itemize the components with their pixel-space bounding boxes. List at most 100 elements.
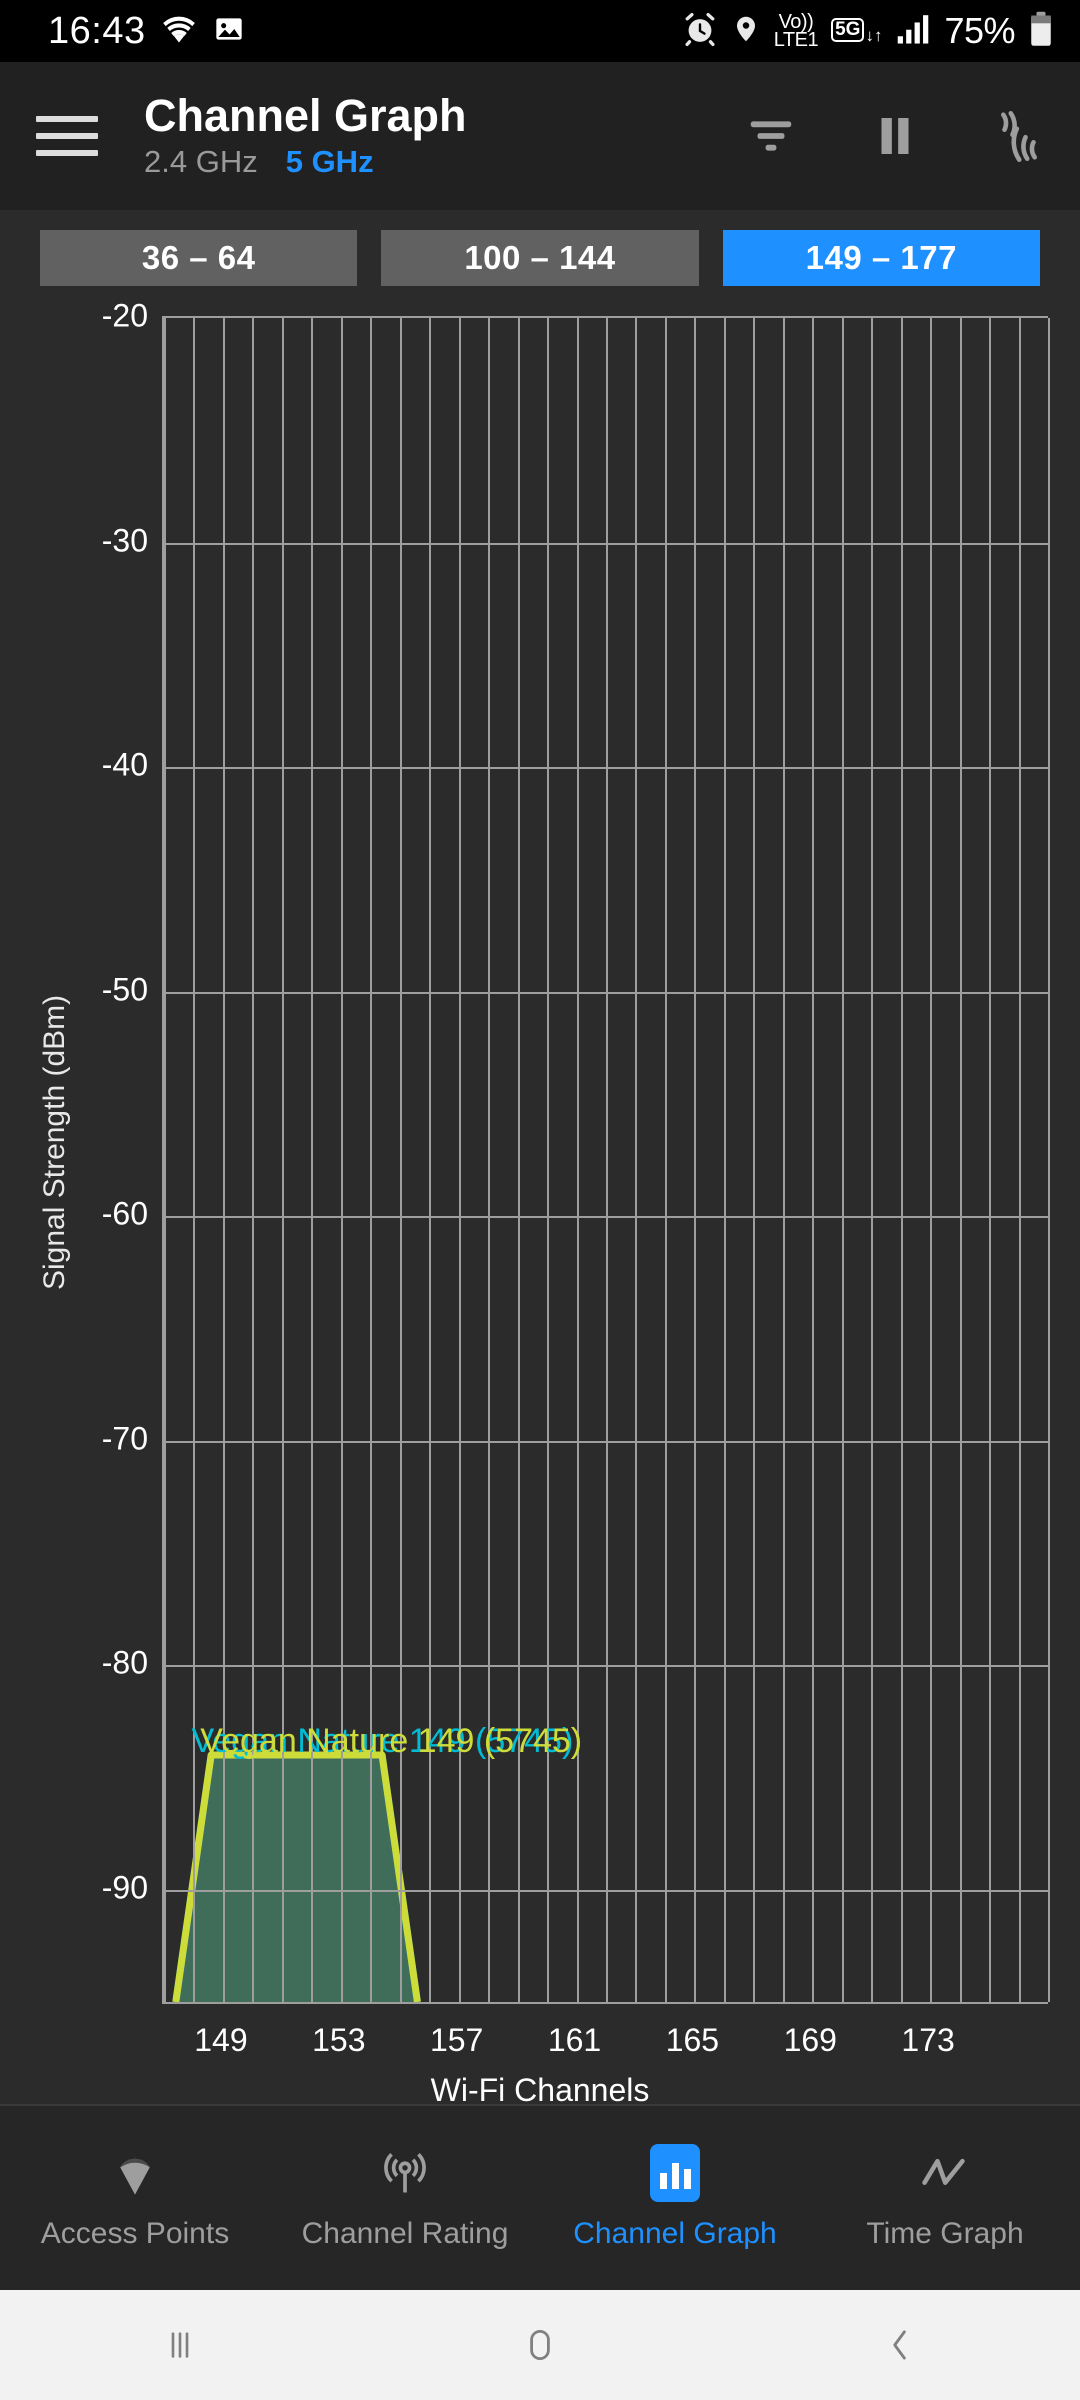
volte-indicator: Vo)) LTE1	[773, 11, 819, 51]
grid-line-horizontal	[164, 1216, 1048, 1219]
grid-line-horizontal	[164, 1665, 1048, 1668]
battery-percent: 75%	[944, 10, 1015, 51]
grid-line-vertical	[222, 318, 225, 2002]
nav-label-channel-graph: Channel Graph	[573, 2217, 777, 2250]
app-bar: Channel Graph 2.4 GHz 5 GHz	[0, 62, 1080, 210]
grid-line-vertical	[635, 318, 638, 2002]
x-axis-tick-label: 165	[665, 2022, 720, 2058]
grid-line-vertical	[399, 318, 402, 2002]
grid-line-vertical	[606, 318, 608, 2002]
grid-line-vertical	[782, 318, 785, 2002]
volte-label-bottom: LTE1	[773, 29, 819, 51]
band-tab-5ghz[interactable]: 5 GHz	[286, 144, 374, 180]
location-pin-icon	[731, 11, 761, 52]
filter-icon[interactable]	[740, 105, 802, 167]
nav-label-channel-rating: Channel Rating	[301, 2217, 509, 2250]
y-axis-title: Signal Strength (dBm)	[38, 994, 71, 1290]
y-axis-ticks: -20 -30 -40 -50 -60 -70 -80 -90	[70, 298, 148, 2100]
status-bar-left: 16:43	[48, 10, 246, 53]
grid-line-vertical	[841, 318, 844, 2002]
channel-range-tab-36-64[interactable]: 36 – 64	[40, 230, 358, 286]
grid-line-vertical	[900, 318, 903, 2002]
android-navigation-bar	[0, 2290, 1080, 2400]
grid-line-vertical	[959, 318, 962, 2002]
grid-line-horizontal	[164, 1440, 1048, 1443]
nav-item-access-points[interactable]: Access Points	[0, 2145, 270, 2251]
nav-item-time-graph[interactable]: Time Graph	[810, 2145, 1080, 2251]
x-axis-tick-label: 157	[429, 2022, 484, 2058]
wifi-icon	[160, 13, 198, 50]
plot-area[interactable]	[162, 316, 1050, 2004]
y-axis-tick-label: -20	[101, 297, 148, 334]
grid-line-vertical	[311, 318, 314, 2002]
grid-line-vertical	[458, 318, 461, 2002]
grid-line-vertical	[547, 318, 550, 2002]
app-bar-actions	[740, 105, 1050, 167]
grid-line-vertical	[340, 318, 343, 2002]
channel-rating-icon	[379, 2145, 431, 2201]
grid-line-vertical	[694, 318, 697, 2002]
hamburger-menu-icon[interactable]	[36, 116, 98, 156]
pause-icon[interactable]	[864, 105, 926, 167]
recents-icon[interactable]	[90, 2290, 270, 2400]
grid-line-vertical	[576, 318, 579, 2002]
image-icon	[212, 13, 246, 50]
x-axis-tick-label: 149	[194, 2022, 248, 2058]
battery-icon	[1028, 11, 1054, 52]
nav-item-channel-graph[interactable]: Channel Graph	[540, 2144, 810, 2251]
nav-item-channel-rating[interactable]: Channel Rating	[270, 2145, 540, 2251]
grid-line-vertical	[753, 318, 756, 2002]
network-type-indicator: 5G ↓↑	[831, 18, 882, 44]
grid-line-vertical	[488, 318, 491, 2002]
channel-graph-icon	[650, 2144, 700, 2202]
app-title-block: Channel Graph 2.4 GHz 5 GHz	[144, 93, 467, 180]
y-axis-tick-label: -50	[101, 971, 148, 1008]
grid-line-vertical	[370, 318, 373, 2002]
home-icon[interactable]	[450, 2290, 630, 2400]
y-axis-tick-label: -40	[101, 746, 148, 783]
status-clock: 16:43	[48, 9, 146, 52]
y-axis-tick-label: -60	[101, 1195, 148, 1232]
grid-line-vertical	[871, 318, 874, 2002]
band-selector: 2.4 GHz 5 GHz	[144, 144, 467, 180]
x-axis-tick-label: 173	[901, 2022, 955, 2058]
y-axis-tick-label: -30	[101, 522, 148, 559]
nav-label-time-graph: Time Graph	[866, 2217, 1024, 2250]
channel-range-tab-100-144[interactable]: 100 – 144	[381, 230, 699, 286]
alarm-icon	[682, 11, 718, 52]
x-axis-ticks: 149 153 157 161 165 169 173	[162, 2022, 1048, 2066]
grid-line-vertical	[664, 318, 667, 2002]
grid-line-vertical	[429, 318, 432, 2002]
x-axis-tick-label: 169	[783, 2022, 837, 2058]
cellular-signal-icon	[895, 13, 931, 50]
bottom-navigation: Access Points Channel Rating Channel Gra…	[0, 2104, 1080, 2290]
grid-line-vertical	[930, 318, 933, 2002]
channel-range-tab-149-177[interactable]: 149 – 177	[722, 230, 1040, 286]
channel-range-tabs: 36 – 64 100 – 144 149 – 177	[0, 218, 1080, 298]
x-axis-tick-label: 153	[312, 2022, 366, 2058]
y-axis-tick-label: -80	[101, 1644, 148, 1681]
wifi-scan-icon[interactable]	[988, 105, 1050, 167]
grid-line-horizontal	[164, 542, 1048, 545]
grid-line-vertical	[989, 318, 992, 2002]
grid-line-vertical	[164, 318, 166, 2002]
grid-line-vertical	[252, 318, 255, 2002]
grid-line-vertical	[281, 318, 284, 2002]
page-title: Channel Graph	[144, 89, 467, 141]
data-arrows-label: ↓↑	[865, 26, 883, 45]
band-tab-24ghz[interactable]: 2.4 GHz	[144, 144, 258, 180]
access-point-icon	[109, 2145, 161, 2201]
grid-line-vertical	[723, 318, 726, 2002]
nav-label-access-points: Access Points	[40, 2217, 230, 2250]
grid-line-vertical	[1048, 318, 1050, 2002]
signal-shape	[172, 1751, 421, 2002]
grid-line-horizontal	[164, 991, 1048, 994]
grid-line-vertical	[1018, 318, 1021, 2002]
status-bar: 16:43 Vo)) LTE1 5G ↓↑ 75%	[0, 0, 1080, 62]
channel-graph-chart: Signal Strength (dBm) -20 -30 -40 -50 -60 -70…	[0, 298, 1080, 2108]
y-axis-tick-label: -70	[101, 1420, 148, 1457]
back-icon[interactable]	[810, 2290, 990, 2400]
grid-line-vertical	[812, 318, 815, 2002]
grid-line-horizontal	[164, 1889, 1048, 1892]
grid-line-vertical	[193, 318, 196, 2002]
